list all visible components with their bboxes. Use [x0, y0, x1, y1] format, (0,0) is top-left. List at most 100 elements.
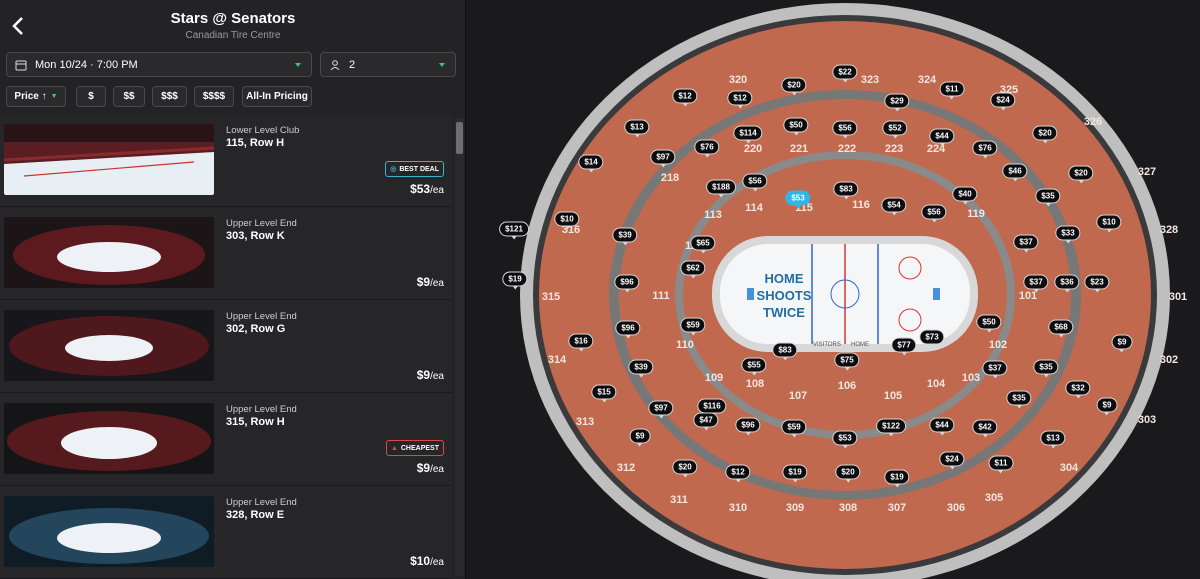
all-in-pricing-toggle[interactable]: All-In Pricing [242, 86, 312, 107]
price-filter-4-button[interactable]: $$$$ [194, 86, 234, 107]
sort-price-button[interactable]: Price ↑ ▼ [6, 86, 66, 107]
section-label-114[interactable]: 114 [745, 202, 763, 214]
price-pin[interactable]: $12 [727, 90, 753, 109]
price-pin[interactable]: $42 [972, 419, 998, 438]
seat-map[interactable]: HOME SHOOTS TWICE VISITORS HOME 320 323 32… [467, 0, 1200, 579]
price-pin[interactable]: $35 [1035, 188, 1061, 207]
listing-scrollbar[interactable] [455, 118, 464, 576]
price-pin[interactable]: $56 [742, 173, 768, 192]
price-pin[interactable]: $53 [832, 430, 858, 449]
price-pin[interactable]: $11 [939, 81, 965, 100]
price-pin[interactable]: $76 [972, 140, 998, 159]
section-label-306[interactable]: 306 [947, 502, 965, 514]
price-pin[interactable]: $59 [680, 317, 706, 336]
price-pin[interactable]: $24 [939, 451, 965, 470]
section-label-111[interactable]: 111 [652, 290, 669, 302]
price-pin[interactable]: $83 [772, 342, 798, 361]
price-pin[interactable]: $76 [694, 139, 720, 158]
price-pin[interactable]: $50 [976, 314, 1002, 333]
section-label-103[interactable]: 103 [962, 372, 980, 384]
price-pin[interactable]: $40 [952, 186, 978, 205]
section-label-221[interactable]: 221 [790, 143, 808, 155]
price-pin[interactable]: $68 [1048, 319, 1074, 338]
price-pin[interactable]: $14 [578, 154, 604, 173]
section-label-328[interactable]: 328 [1160, 224, 1178, 236]
price-pin[interactable]: $37 [1023, 274, 1049, 293]
price-pin[interactable]: $10 [554, 211, 580, 230]
price-pin[interactable]: $19 [782, 464, 808, 483]
section-label-302[interactable]: 302 [1160, 354, 1178, 366]
price-pin[interactable]: $77 [891, 337, 917, 356]
price-pin[interactable]: $96 [735, 417, 761, 436]
section-label-326[interactable]: 326 [1084, 116, 1102, 128]
section-label-307[interactable]: 307 [888, 502, 906, 514]
price-pin[interactable]: $39 [612, 227, 638, 246]
price-pin[interactable]: $10 [1096, 214, 1122, 233]
section-label-102[interactable]: 102 [989, 339, 1007, 351]
price-pin[interactable]: $97 [650, 149, 676, 168]
price-pin[interactable]: $35 [1033, 359, 1059, 378]
section-label-108[interactable]: 108 [746, 378, 764, 390]
price-pin[interactable]: $20 [1068, 165, 1094, 184]
section-label-107[interactable]: 107 [789, 390, 807, 402]
price-pin[interactable]: $35 [1006, 390, 1032, 409]
price-pin[interactable]: $12 [725, 464, 751, 483]
section-label-311[interactable]: 311 [670, 494, 688, 506]
section-label-309[interactable]: 309 [786, 502, 804, 514]
price-filter-2-button[interactable]: $$ [113, 86, 145, 107]
section-label-116[interactable]: 116 [852, 199, 870, 211]
price-pin[interactable]: $121 [499, 221, 529, 240]
price-pin[interactable]: $56 [832, 120, 858, 139]
price-pin[interactable]: $122 [876, 418, 906, 437]
section-label-323[interactable]: 323 [861, 74, 879, 86]
listing-item[interactable]: Upper Level End 315, Row H ▲ CHEAPEST $9/… [0, 393, 452, 486]
price-pin[interactable]: $22 [832, 64, 858, 83]
price-pin[interactable]: $20 [781, 77, 807, 96]
price-pin[interactable]: $13 [624, 119, 650, 138]
section-label-315[interactable]: 315 [542, 291, 560, 303]
price-pin[interactable]: $13 [1040, 430, 1066, 449]
price-pin[interactable]: $65 [690, 235, 716, 254]
price-pin[interactable]: $54 [881, 197, 907, 216]
price-pin[interactable]: $15 [591, 384, 617, 403]
section-label-314[interactable]: 314 [548, 354, 566, 366]
section-label-301[interactable]: 301 [1169, 291, 1187, 303]
price-pin[interactable]: $39 [628, 359, 654, 378]
price-pin[interactable]: $20 [1032, 125, 1058, 144]
price-pin[interactable]: $32 [1065, 380, 1091, 399]
price-pin[interactable]: $53 [785, 190, 811, 209]
price-pin[interactable]: $33 [1055, 225, 1081, 244]
section-label-119[interactable]: 119 [967, 208, 985, 220]
price-pin[interactable]: $9 [629, 428, 651, 447]
price-pin[interactable]: $16 [568, 333, 594, 352]
section-label-305[interactable]: 305 [985, 492, 1003, 504]
section-label-308[interactable]: 308 [839, 502, 857, 514]
section-label-327[interactable]: 327 [1138, 166, 1156, 178]
price-pin[interactable]: $62 [680, 260, 706, 279]
price-filter-1-button[interactable]: $ [76, 86, 106, 107]
price-filter-3-button[interactable]: $$$ [152, 86, 187, 107]
date-select[interactable]: Mon 10/24 · 7:00 PM [6, 52, 312, 77]
section-label-105[interactable]: 105 [884, 390, 902, 402]
price-pin[interactable]: $20 [835, 464, 861, 483]
section-label-313[interactable]: 313 [576, 416, 594, 428]
price-pin[interactable]: $116 [697, 398, 727, 417]
price-pin[interactable]: $47 [693, 412, 719, 431]
listing-item[interactable]: Upper Level End 302, Row G $9/ea [0, 300, 452, 393]
section-label-320[interactable]: 320 [729, 74, 747, 86]
price-pin[interactable]: $23 [1084, 274, 1110, 293]
price-pin[interactable]: $24 [990, 92, 1016, 111]
price-pin[interactable]: $75 [834, 352, 860, 371]
price-pin[interactable]: $9 [1096, 397, 1118, 416]
price-pin[interactable]: $37 [982, 360, 1008, 379]
price-pin[interactable]: $36 [1054, 274, 1080, 293]
listing-item[interactable]: Upper Level End 303, Row K $9/ea [0, 207, 452, 300]
price-pin[interactable]: $56 [921, 204, 947, 223]
scrollbar-thumb[interactable] [456, 122, 463, 154]
section-label-304[interactable]: 304 [1060, 462, 1078, 474]
price-pin[interactable]: $114 [733, 125, 763, 144]
section-label-310[interactable]: 310 [729, 502, 747, 514]
price-pin[interactable]: $12 [672, 88, 698, 107]
price-pin[interactable]: $9 [1111, 334, 1133, 353]
price-pin[interactable]: $46 [1002, 163, 1028, 182]
